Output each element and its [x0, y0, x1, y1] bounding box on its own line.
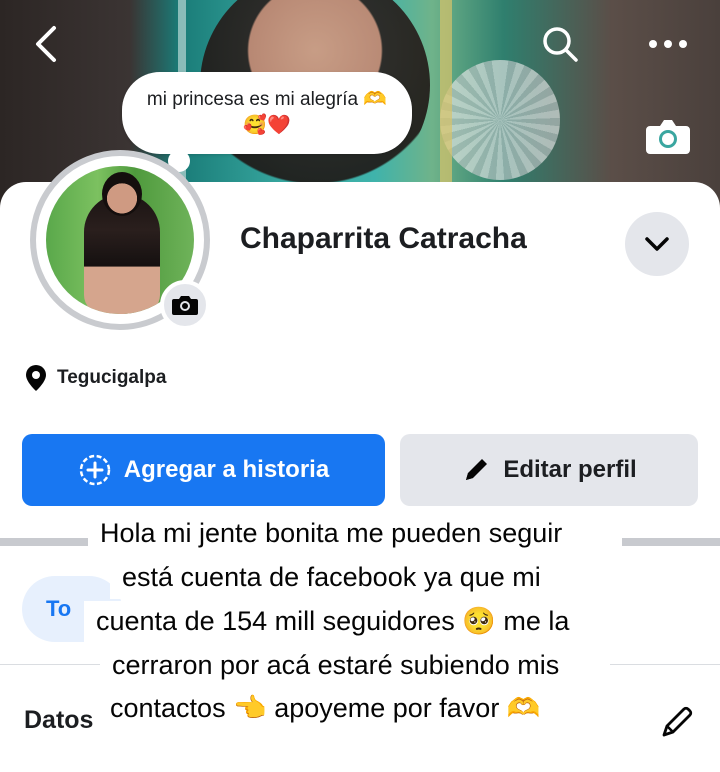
- cover-fan: [440, 60, 560, 180]
- cover-camera-icon[interactable]: [640, 108, 696, 164]
- camera-icon[interactable]: [160, 280, 210, 330]
- profile-dropdown-button[interactable]: [625, 212, 689, 276]
- tab-all-label: To: [46, 596, 72, 621]
- caption-line: cerraron por acá estaré subiendo mis: [100, 645, 610, 687]
- caption-line: contactos 👈 apoyeme por favor 🫶: [98, 688, 608, 730]
- chevron-down-icon: [645, 237, 669, 251]
- location-label: Tegucigalpa: [57, 367, 167, 388]
- note-emoji: 🥰❤️: [243, 115, 291, 136]
- edit-profile-label: Editar perfil: [503, 456, 637, 483]
- details-section-title: Datos: [24, 706, 94, 734]
- search-icon[interactable]: [536, 20, 584, 68]
- note-text: mi princesa es mi alegría 🫶: [146, 89, 388, 110]
- add-story-button[interactable]: Agregar a historia: [22, 434, 385, 506]
- location-pin-icon: [24, 364, 48, 392]
- add-circle-icon: [79, 454, 111, 486]
- avatar-figure: [102, 172, 142, 216]
- caption-line: está cuenta de facebook ya que mi: [110, 557, 568, 599]
- edit-profile-button[interactable]: Editar perfil: [400, 434, 698, 506]
- cover-decoration: [440, 0, 452, 210]
- pencil-icon: [466, 459, 488, 480]
- back-icon[interactable]: [22, 20, 70, 68]
- profile-note-bubble[interactable]: mi princesa es mi alegría 🫶 🥰❤️: [122, 72, 412, 154]
- edit-pencil-icon[interactable]: [657, 702, 697, 742]
- more-dots-icon[interactable]: [640, 22, 696, 66]
- caption-line: Hola mi jente bonita me pueden seguir: [88, 513, 622, 555]
- caption-line: cuenta de 154 mill seguidores 🥺 me la: [84, 601, 624, 643]
- add-story-label: Agregar a historia: [123, 456, 330, 483]
- profile-name: Chaparrita Catracha: [240, 222, 527, 255]
